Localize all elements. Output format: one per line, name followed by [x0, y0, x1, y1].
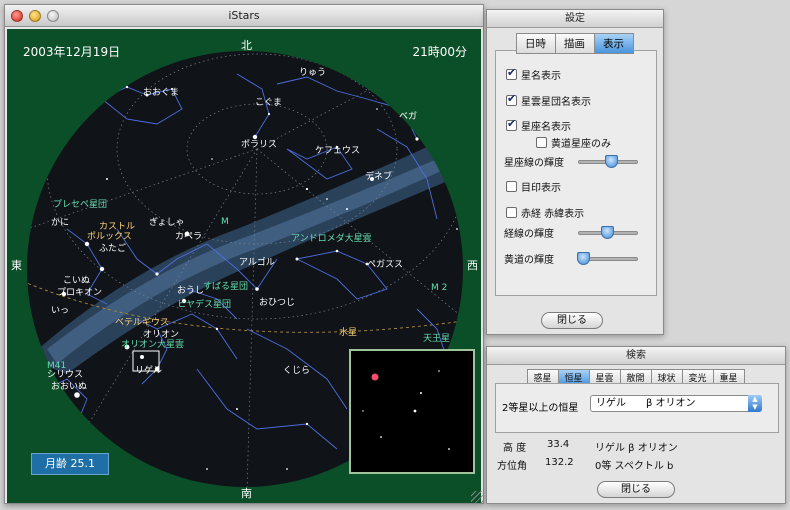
star-names-label: 星名表示: [521, 71, 561, 82]
zodiac-only-checkbox[interactable]: [536, 137, 547, 148]
rigel-star[interactable]: [140, 355, 144, 359]
option-nebula-names[interactable]: 星雲星団名表示: [506, 92, 591, 108]
azimuth-label: 方位角: [497, 461, 527, 472]
window-title: iStars: [228, 9, 260, 22]
label-monoceros-fragment: いっ: [51, 306, 70, 316]
slider-knob[interactable]: [605, 155, 618, 168]
meridian-brightness-slider[interactable]: [578, 226, 638, 239]
direction-north: 北: [241, 39, 252, 52]
direction-west: 西: [467, 259, 478, 272]
label-orion-nebula: オリオン大星雲: [121, 340, 185, 350]
label-taurus: おうし: [177, 286, 205, 296]
search-titlebar[interactable]: 検索: [487, 347, 785, 365]
label-ursa-minor: こぐま: [255, 98, 283, 108]
label-cepheus: ケフェウス: [315, 146, 361, 156]
label-m41: M41: [47, 361, 67, 371]
ecliptic-brightness-slider[interactable]: [577, 252, 638, 265]
label-canis-major: おおいぬ: [51, 382, 88, 392]
star-info: 0等 スペクトル b: [595, 461, 674, 472]
main-titlebar[interactable]: iStars: [5, 5, 483, 27]
ra-dec-label: 赤経 赤緯表示: [521, 209, 585, 220]
minimize-window-icon[interactable]: [29, 10, 41, 22]
label-hyades: ヒヤデス星団: [177, 300, 232, 310]
settings-panel: 星名表示 星雲星団名表示 星座名表示 黄道星座のみ 星座線の輝度 目印表示 赤経…: [495, 50, 657, 296]
option-markers[interactable]: 目印表示: [506, 179, 561, 194]
search-window: 検索 惑星 恒星 星雲 散開 球状 変光 重星 2等星以上の恒星 リゲル β オ…: [486, 346, 786, 504]
label-aries: おひつじ: [259, 298, 296, 308]
label-polaris: ポラリス: [241, 140, 278, 150]
label-algol: アルゴル: [239, 258, 275, 268]
resize-grip[interactable]: [471, 491, 483, 503]
option-zodiac-only[interactable]: 黄道星座のみ: [536, 135, 611, 150]
constellation-names-checkbox[interactable]: [506, 117, 517, 131]
label-pleiades: すばる星団: [203, 282, 249, 292]
meridian-brightness-label: 経線の輝度: [504, 229, 554, 240]
label-ursa-major: おおぐま: [143, 88, 180, 98]
direction-east: 東: [11, 259, 22, 272]
sky-map[interactable]: 2003年12月19日 21時00分 北 南 東 西 おおぐま こぐま りゅう …: [7, 29, 481, 503]
star-names-checkbox[interactable]: [506, 66, 517, 80]
label-rigel: リゲル: [135, 366, 163, 376]
main-window: iStars 2003年12月19日 21時00分 北 南 東 西 おおぐま こ…: [4, 4, 484, 504]
label-uranus: 天王星: [423, 334, 451, 344]
nebula-names-checkbox[interactable]: [506, 92, 517, 106]
settings-close-button[interactable]: 閉じる: [541, 312, 603, 329]
zoom-window-icon[interactable]: [47, 10, 59, 22]
slider-knob[interactable]: [577, 252, 590, 265]
label-auriga: ぎょしゃ: [149, 218, 185, 228]
label-vega: ベガ: [399, 112, 418, 122]
ra-dec-checkbox[interactable]: [506, 207, 517, 218]
label-m-object: M: [221, 217, 229, 227]
window-controls: [11, 10, 59, 22]
label-pegasus: ペガスス: [367, 260, 404, 270]
star-name: リゲル β オリオン: [595, 443, 678, 454]
close-window-icon[interactable]: [11, 10, 23, 22]
label-praesepe: プレセペ星団: [53, 200, 108, 210]
label-deneb: デネブ: [365, 172, 393, 182]
tab-display[interactable]: 表示: [593, 33, 634, 54]
label-capella: カペラ: [175, 232, 203, 242]
option-ra-dec[interactable]: 赤経 赤緯表示: [506, 205, 584, 220]
altitude-value: 33.4: [547, 439, 570, 450]
markers-checkbox[interactable]: [506, 181, 517, 192]
settings-tabs: 日時 描画 表示: [487, 33, 663, 54]
label-draco: りゅう: [299, 68, 327, 78]
option-constellation-names[interactable]: 星座名表示: [506, 117, 571, 133]
ecliptic-brightness-label: 黄道の輝度: [504, 255, 554, 266]
star-select[interactable]: リゲル β オリオン ▲ ▼: [590, 395, 762, 412]
label-procyon: プロキオン: [57, 288, 103, 298]
option-star-names[interactable]: 星名表示: [506, 66, 561, 82]
direction-south: 南: [241, 487, 252, 500]
telescope-inset-view[interactable]: [349, 349, 475, 474]
settings-titlebar[interactable]: 設定: [487, 10, 663, 28]
tab-drawing[interactable]: 描画: [554, 33, 595, 54]
moon-age-box: 月齢 25.1: [31, 453, 109, 475]
star-select-value: リゲル β オリオン: [596, 398, 696, 409]
time-label: 21時00分: [412, 45, 467, 59]
tab-datetime[interactable]: 日時: [515, 33, 556, 54]
settings-window: 設定 日時 描画 表示 星名表示 星雲星団名表示 星座名表示 黄道星座のみ 星座…: [486, 9, 664, 335]
azimuth-value: 132.2: [545, 457, 574, 468]
label-cetus: くじら: [283, 366, 311, 376]
date-label: 2003年12月19日: [23, 45, 121, 59]
label-cancer: かに: [51, 218, 70, 228]
select-arrows-icon[interactable]: ▲ ▼: [748, 395, 762, 412]
inset-star-field: [362, 370, 450, 450]
label-andromeda-galaxy: アンドロメダ大星雲: [291, 234, 372, 244]
label-gemini: ふたご: [99, 244, 127, 254]
constellation-line-brightness-label: 星座線の輝度: [504, 158, 564, 169]
markers-label: 目印表示: [521, 183, 561, 194]
zodiac-only-label: 黄道星座のみ: [551, 139, 611, 150]
label-m2: M 2: [431, 283, 448, 293]
constellation-line-brightness-slider[interactable]: [578, 155, 638, 168]
nebula-names-label: 星雲星団名表示: [521, 97, 591, 108]
search-close-button[interactable]: 閉じる: [597, 481, 675, 498]
slider-knob[interactable]: [601, 226, 614, 239]
constellation-names-label: 星座名表示: [521, 122, 571, 133]
altitude-label: 高 度: [503, 443, 527, 454]
label-mercury: 水星: [339, 328, 358, 338]
filter-label: 2等星以上の恒星: [502, 403, 579, 414]
search-panel: 2等星以上の恒星 リゲル β オリオン ▲ ▼: [495, 383, 779, 433]
